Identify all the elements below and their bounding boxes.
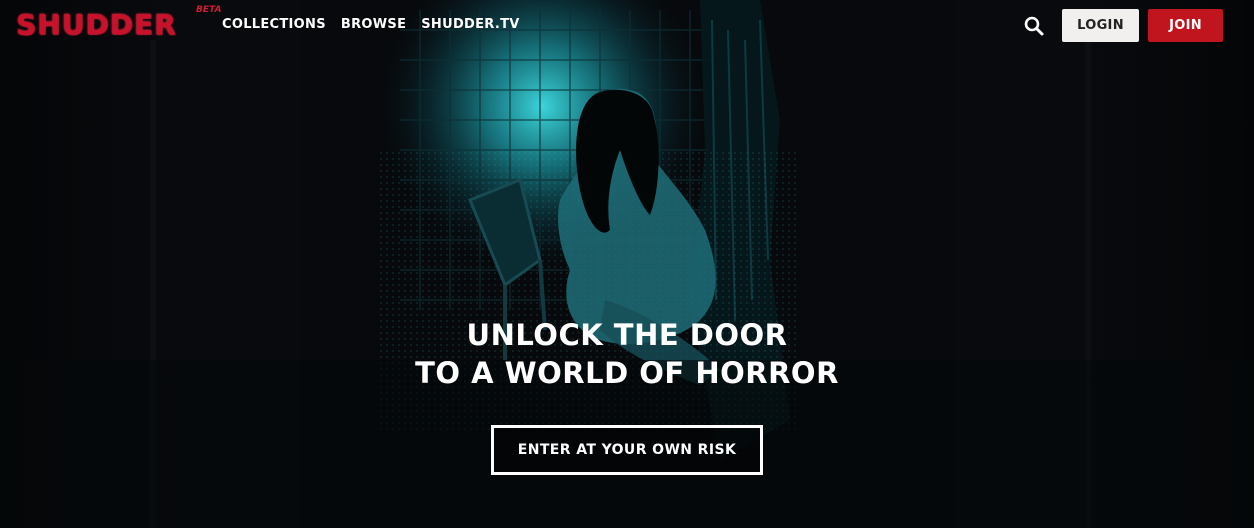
nav-item-browse[interactable]: BROWSE — [341, 17, 406, 32]
top-navigation-bar: SHUDDER BETA COLLECTIONS BROWSE SHUDDER.… — [0, 0, 1254, 52]
login-button[interactable]: LOGIN — [1062, 9, 1139, 42]
nav-item-collections[interactable]: COLLECTIONS — [222, 17, 326, 32]
shudder-logo[interactable]: SHUDDER — [16, 8, 177, 42]
headline-line-2: TO A WORLD OF HORROR — [415, 356, 839, 390]
main-nav: COLLECTIONS BROWSE SHUDDER.TV — [222, 17, 520, 32]
landing-page: SHUDDER BETA COLLECTIONS BROWSE SHUDDER.… — [0, 0, 1254, 528]
beta-badge: BETA — [196, 5, 222, 15]
headline-line-1: UNLOCK THE DOOR — [466, 318, 788, 352]
enter-cta-button[interactable]: ENTER AT YOUR OWN RISK — [491, 425, 763, 475]
search-icon[interactable] — [1023, 15, 1045, 37]
nav-item-shudder-tv[interactable]: SHUDDER.TV — [421, 17, 519, 32]
join-button[interactable]: JOIN — [1148, 9, 1223, 42]
